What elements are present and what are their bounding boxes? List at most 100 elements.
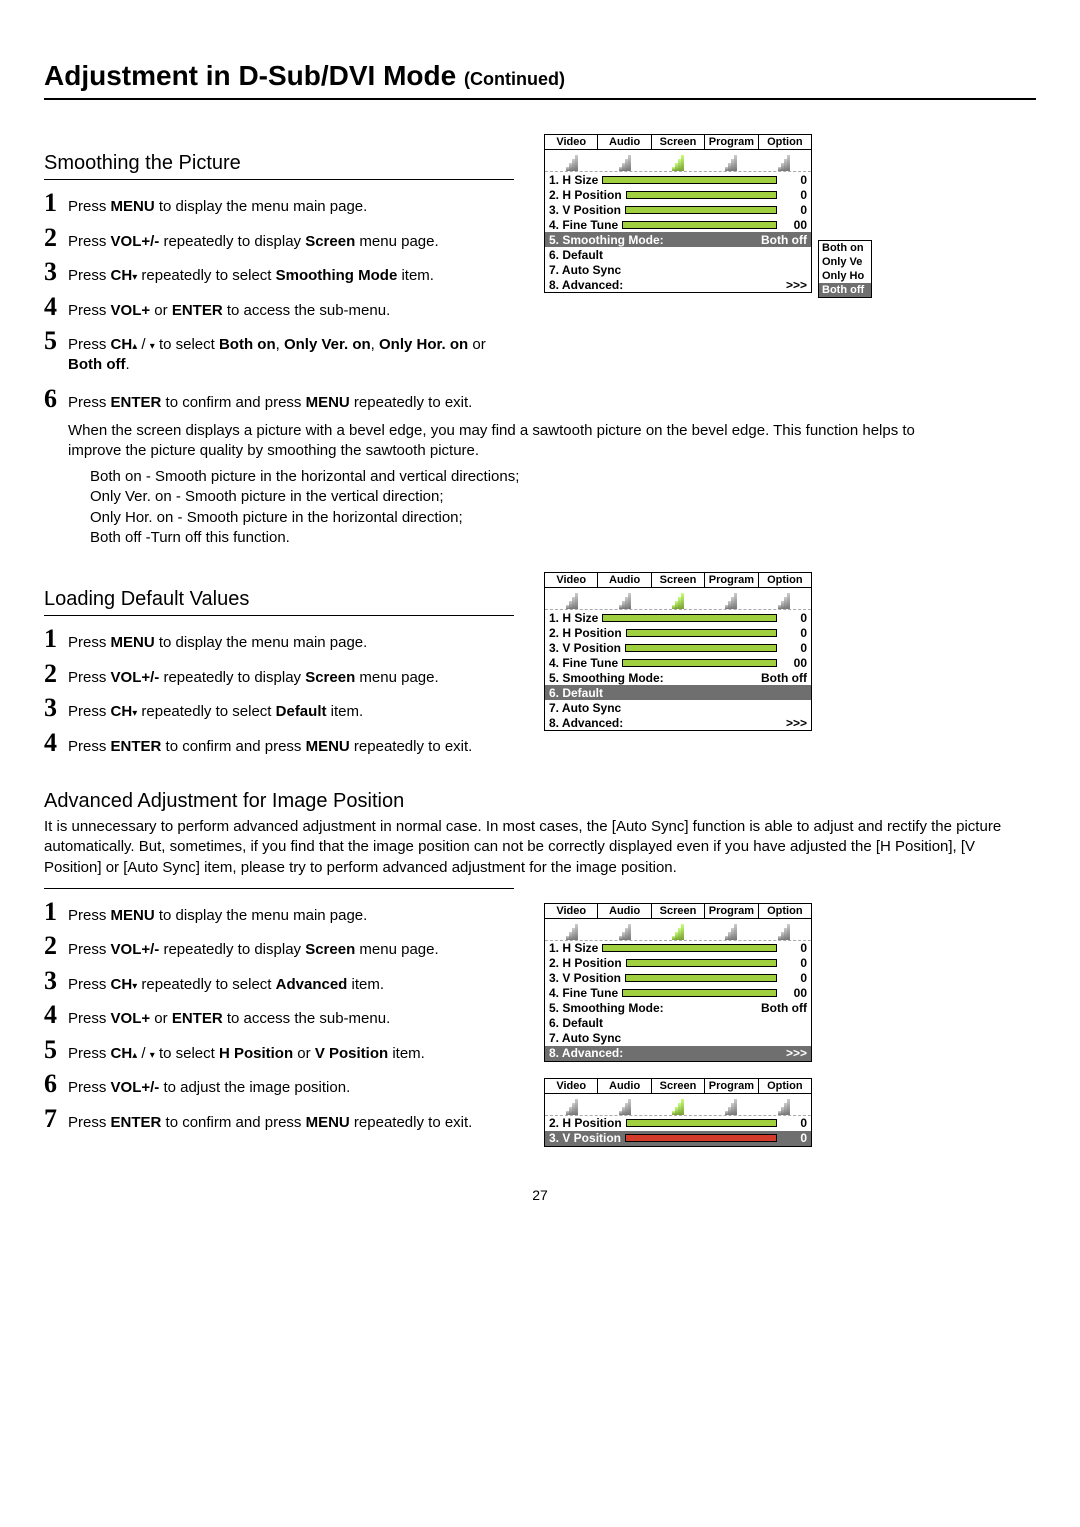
osd-tab: Video [545, 904, 598, 918]
osd-row: 3. V Position 0 [545, 202, 811, 217]
step: 6Press ENTER to confirm and press MENU r… [44, 386, 514, 413]
osd-label: 2. H Position [549, 188, 622, 202]
step-number: 3 [44, 695, 68, 721]
osd-value: 00 [781, 986, 807, 1000]
osd-slider [626, 959, 777, 967]
osd-label: 5. Smoothing Mode: [549, 671, 664, 685]
osd-label: 5. Smoothing Mode: [549, 233, 664, 247]
osd-slider [625, 974, 777, 982]
osd-row: 3. V Position0 [545, 971, 811, 986]
osd-graph [545, 919, 811, 941]
osd-row: 4. Fine Tune00 [545, 655, 811, 670]
osd-rows: 1. H Size02. H Position03. V Position04.… [545, 941, 811, 1061]
osd-value: 0 [781, 941, 807, 955]
osd-row: 3. V Position0 [545, 640, 811, 655]
osd-label: 2. H Position [549, 956, 622, 970]
step-number: 4 [44, 294, 68, 320]
osd-tabs: VideoAudioScreenProgramOption [545, 135, 811, 150]
osd-slider [622, 221, 777, 229]
step-number: 1 [44, 899, 68, 925]
osd-tabs: VideoAudioScreenProgramOption [545, 904, 811, 919]
osd-label: 6. Default [549, 248, 603, 262]
osd-label: 8. Advanced: [549, 1046, 623, 1060]
step-text: Press VOL+ or ENTER to access the sub-me… [68, 1009, 390, 1029]
osd-value: 0 [781, 1131, 807, 1145]
step-text: Press ENTER to confirm and press MENU re… [68, 737, 472, 757]
osd-row: 6. Default [545, 685, 811, 700]
osd-tab: Option [759, 135, 811, 149]
osd-row: 8. Advanced:>>> [545, 715, 811, 730]
advanced-intro: It is unnecessary to perform advanced ad… [44, 817, 1036, 878]
step-number: 1 [44, 190, 68, 216]
osd-tabs: VideoAudioScreenProgramOption [545, 1079, 811, 1094]
osd-row: 2. H Position0 [545, 625, 811, 640]
step: 5Press CH / to select H Position or V Po… [44, 1037, 514, 1064]
steps-advanced: 1Press MENU to display the menu main pag… [44, 899, 514, 1133]
osd-value: 0 [781, 971, 807, 985]
steps-smoothing: 1Press MENU to display the menu main pag… [44, 190, 514, 374]
sub-note: Only Hor. on - Smooth picture in the hor… [90, 508, 1036, 528]
osd-row: 2. H Position0 [545, 956, 811, 971]
divider [44, 888, 514, 889]
step-number: 2 [44, 933, 68, 959]
osd-tab: Audio [598, 573, 651, 587]
step-number: 5 [44, 328, 68, 354]
popup-option: Both on [819, 241, 871, 255]
step: 2Press VOL+/- repeatedly to display Scre… [44, 225, 514, 252]
smoothing-popup: Both onOnly VeOnly HoBoth off [818, 240, 872, 298]
osd-value: 0 [781, 203, 807, 217]
osd-label: 6. Default [549, 1016, 603, 1030]
osd-row: 7. Auto Sync [545, 700, 811, 715]
osd-tab: Option [759, 1079, 811, 1093]
osd-label: 7. Auto Sync [549, 1031, 621, 1045]
step-text: Press VOL+/- repeatedly to display Scree… [68, 232, 439, 252]
step-number: 7 [44, 1106, 68, 1132]
osd-tab: Video [545, 1079, 598, 1093]
osd-value: 00 [781, 218, 807, 232]
step-number: 3 [44, 968, 68, 994]
osd-row: 5. Smoothing Mode:Both off [545, 1001, 811, 1016]
osd-value: 00 [781, 656, 807, 670]
osd-value: 0 [781, 173, 807, 187]
osd-slider [602, 614, 777, 622]
popup-option: Only Ho [819, 269, 871, 283]
step: 1Press MENU to display the menu main pag… [44, 899, 514, 926]
osd-value: >>> [781, 716, 807, 730]
osd-tab: Audio [598, 135, 651, 149]
osd-row: 1. H Size 0 [545, 172, 811, 187]
osd-graph [545, 150, 811, 172]
osd-label: 6. Default [549, 686, 603, 700]
step: 3Press CH repeatedly to select Default i… [44, 695, 514, 722]
step-number: 1 [44, 626, 68, 652]
osd-label: 3. V Position [549, 203, 621, 217]
osd-value: 0 [781, 641, 807, 655]
step-text: Press CH repeatedly to select Advanced i… [68, 975, 384, 995]
osd-label: 1. H Size [549, 173, 598, 187]
step: 3Press CH repeatedly to select Smoothing… [44, 259, 514, 286]
osd-slider [625, 1134, 777, 1142]
section-default-title: Loading Default Values [44, 588, 514, 611]
osd-graph [545, 588, 811, 610]
step-text: Press MENU to display the menu main page… [68, 633, 367, 653]
step: 1Press MENU to display the menu main pag… [44, 190, 514, 217]
steps-smoothing-cont: 6Press ENTER to confirm and press MENU r… [44, 386, 1036, 413]
osd-row: 2. H Position0 [545, 1116, 811, 1131]
osd-tab: Program [705, 135, 758, 149]
osd-row: 5. Smoothing Mode: Both off [545, 670, 811, 685]
osd-rows: 1. H Size02. H Position03. V Position04.… [545, 172, 811, 292]
step: 3Press CH repeatedly to select Advanced … [44, 968, 514, 995]
osd-tab: Screen [652, 573, 705, 587]
osd-tab: Program [705, 904, 758, 918]
page-number: 27 [44, 1187, 1036, 1203]
step-number: 2 [44, 661, 68, 687]
osd-value: Both off [753, 671, 807, 685]
step: 4Press VOL+ or ENTER to access the sub-m… [44, 294, 514, 321]
step-text: Press VOL+/- repeatedly to display Scree… [68, 668, 439, 688]
step: 5Press CH / to select Both on, Only Ver.… [44, 328, 514, 374]
smoothing-note: When the screen displays a picture with … [68, 421, 968, 462]
step: 4Press ENTER to confirm and press MENU r… [44, 730, 514, 757]
step-text: Press VOL+ or ENTER to access the sub-me… [68, 301, 390, 321]
osd-tab: Option [759, 904, 811, 918]
osd-slider [626, 1119, 777, 1127]
step-number: 6 [44, 1071, 68, 1097]
